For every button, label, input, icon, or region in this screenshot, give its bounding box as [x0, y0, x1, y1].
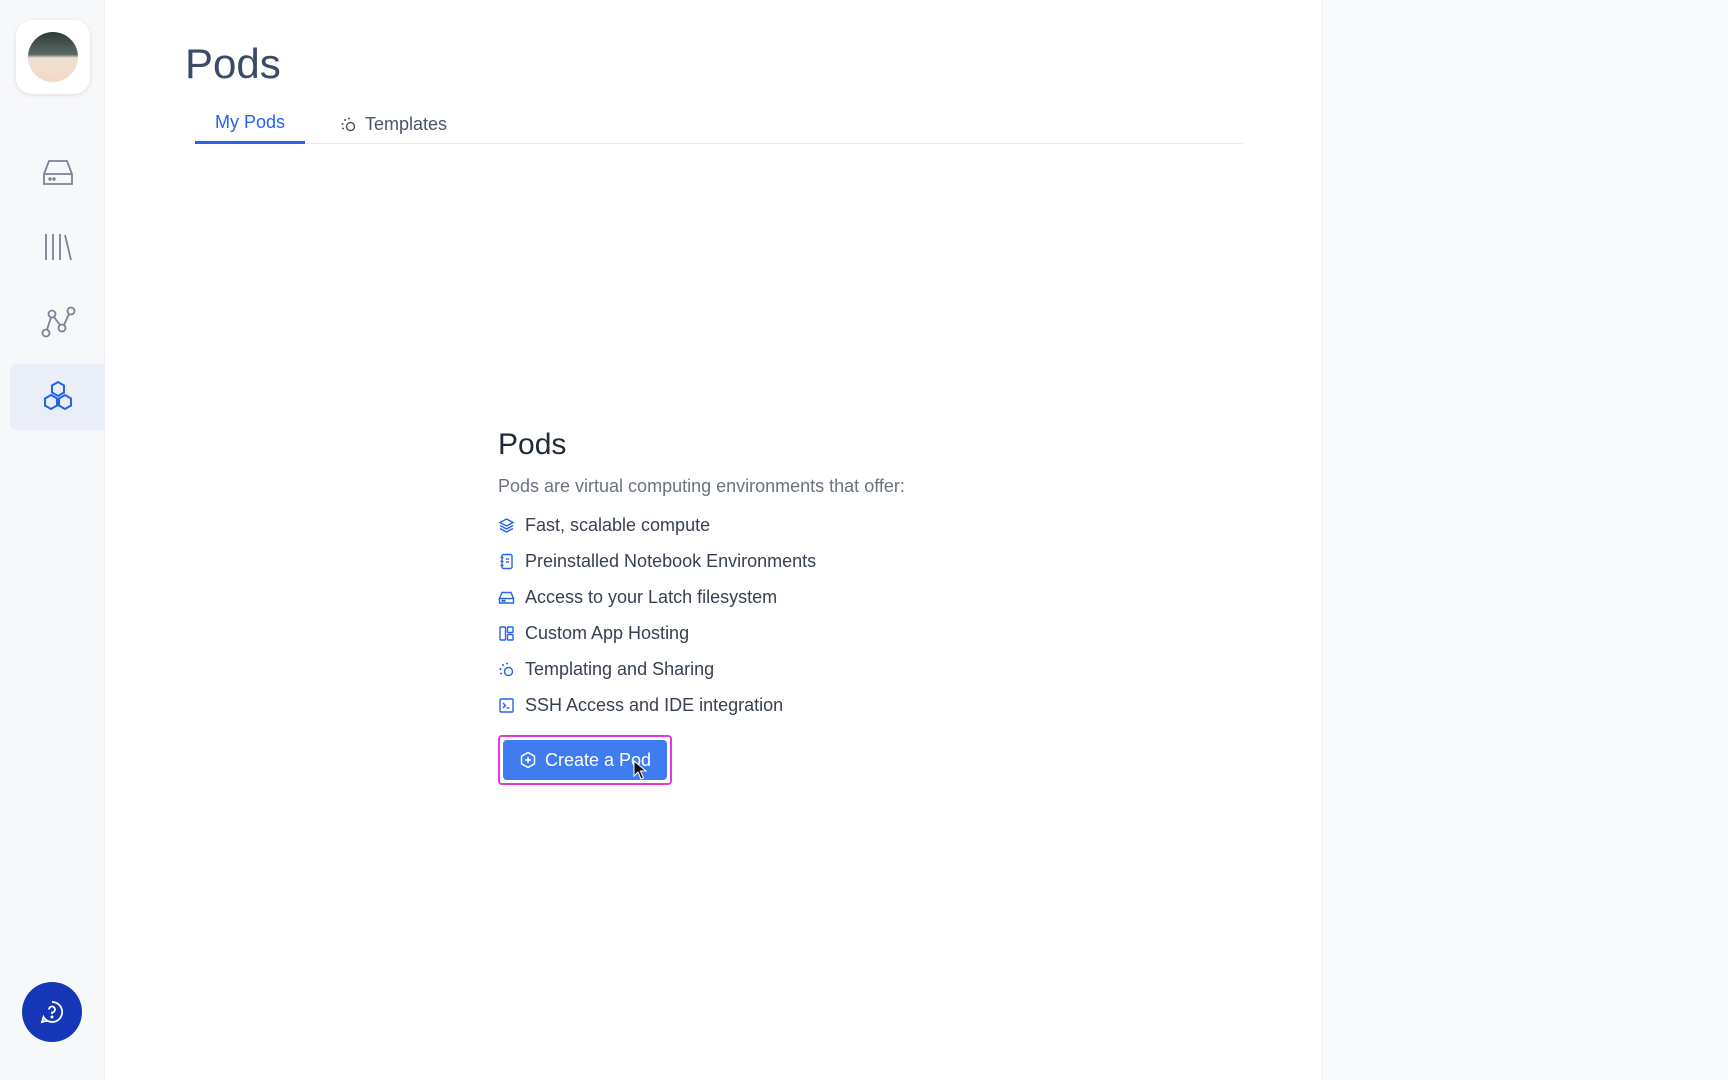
sidebar-item-pods[interactable]: [10, 364, 105, 430]
feature-label: Fast, scalable compute: [525, 514, 711, 535]
feature-label: Access to your Latch filesystem: [525, 586, 778, 607]
feature-item: Fast, scalable compute: [498, 507, 1018, 543]
workflow-icon: [41, 306, 75, 338]
sidebar-item-library[interactable]: [10, 214, 105, 280]
main-panel: Pods My Pods Templates Pods Pods are vir…: [105, 0, 1323, 1080]
empty-state: Pods Pods are virtual computing environm…: [498, 428, 1018, 785]
empty-state-title: Pods: [498, 428, 567, 461]
feature-label: Custom App Hosting: [525, 622, 690, 643]
tab-label: Templates: [365, 113, 448, 134]
pods-icon: [43, 380, 72, 411]
page-title: Pods: [185, 40, 281, 87]
tab-label: My Pods: [215, 112, 286, 132]
drive-icon: [42, 160, 73, 185]
library-icon: [44, 234, 72, 261]
feature-label: SSH Access and IDE integration: [525, 694, 784, 715]
tab-bar: My Pods Templates: [195, 104, 1243, 144]
layout-icon: [499, 625, 514, 641]
tab-my-pods[interactable]: My Pods: [195, 104, 306, 144]
mouse-cursor-icon: [633, 760, 647, 780]
help-chat-icon: [40, 1001, 64, 1024]
feature-item: Custom App Hosting: [498, 615, 1018, 651]
sidebar: [0, 0, 105, 1080]
layers-icon: [498, 517, 515, 533]
feature-item: SSH Access and IDE integration: [498, 687, 1018, 723]
templates-icon: [341, 117, 356, 131]
feature-item: Preinstalled Notebook Environments: [498, 543, 1018, 579]
terminal-icon: [499, 697, 514, 713]
feature-item: Templating and Sharing: [498, 651, 1018, 687]
templates-icon: [499, 662, 514, 676]
feature-label: Templating and Sharing: [525, 658, 715, 679]
feature-label: Preinstalled Notebook Environments: [525, 550, 817, 571]
help-button[interactable]: [22, 982, 82, 1042]
empty-state-description: Pods are virtual computing environments …: [498, 476, 905, 496]
user-avatar-button[interactable]: [16, 20, 90, 94]
tab-templates[interactable]: Templates: [340, 104, 447, 144]
add-hexagon-icon: [520, 751, 536, 769]
sidebar-item-data[interactable]: [10, 139, 105, 205]
drive-icon: [498, 591, 515, 604]
feature-item: Access to your Latch filesystem: [498, 579, 1018, 615]
notebook-icon: [500, 553, 513, 569]
sidebar-item-workflows[interactable]: [10, 289, 105, 355]
avatar: [28, 32, 78, 82]
